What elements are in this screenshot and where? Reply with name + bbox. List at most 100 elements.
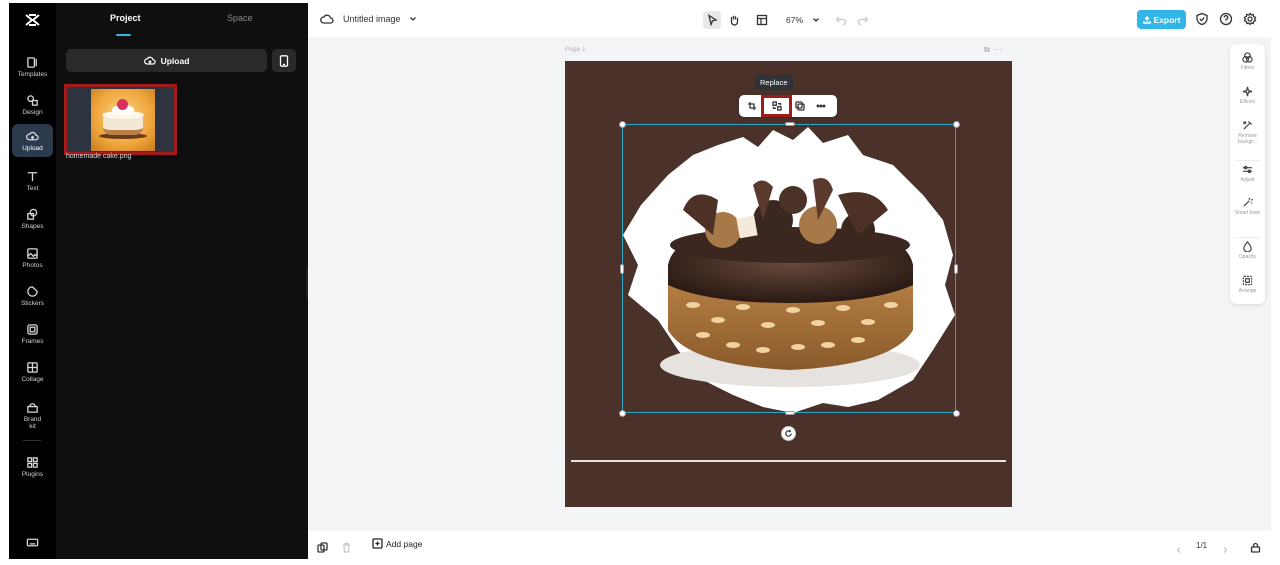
panel-tabs: Project Space	[56, 3, 308, 39]
artboard-page[interactable]: Replace	[565, 61, 1012, 507]
rail-plugins[interactable]: Plugins	[12, 450, 53, 484]
prop-filters[interactable]: Filters	[1230, 52, 1265, 82]
prop-smart-tools[interactable]: Smart tools	[1230, 197, 1265, 233]
selected-image[interactable]	[619, 121, 960, 417]
rail-shapes[interactable]: Shapes	[12, 202, 53, 236]
rail-label: Photos	[22, 262, 43, 269]
redo-icon	[857, 16, 869, 26]
resize-handle-bottom[interactable]	[785, 411, 795, 415]
rail-label: Plugins	[21, 471, 44, 478]
uploaded-file-thumbnail[interactable]	[64, 84, 177, 155]
rail-stickers[interactable]: Stickers	[12, 279, 53, 313]
phone-icon	[279, 54, 289, 67]
prop-opacity[interactable]: Opacity	[1230, 241, 1265, 271]
duplicate-button[interactable]	[792, 98, 808, 114]
more-icon	[816, 104, 826, 108]
prop-effects[interactable]: Effects	[1230, 86, 1265, 116]
rail-templates[interactable]: Templates	[12, 50, 53, 84]
crop-button[interactable]	[744, 98, 760, 114]
layout-dropdown[interactable]	[750, 11, 774, 29]
collage-icon	[27, 362, 38, 373]
undo-button[interactable]	[835, 13, 847, 26]
chevron-right-icon	[1223, 547, 1228, 553]
prev-page-button[interactable]	[1175, 541, 1183, 553]
hand-icon	[730, 15, 739, 26]
arrange-icon	[1242, 275, 1253, 286]
layers-icon	[317, 542, 328, 553]
tab-project[interactable]: Project	[110, 13, 141, 23]
resize-handle-bottom-left[interactable]	[619, 410, 626, 417]
rail-text[interactable]: Text	[12, 164, 53, 198]
upload-button-label: Upload	[160, 55, 190, 66]
shield-check-icon	[1196, 12, 1208, 26]
resize-handle-top-left[interactable]	[619, 121, 626, 128]
prop-arrange[interactable]: Arrange	[1230, 275, 1265, 305]
text-icon	[27, 172, 38, 182]
select-tool-button[interactable]	[703, 11, 721, 29]
chevron-left-icon	[1176, 547, 1181, 553]
rail-upload[interactable]: Upload	[12, 124, 53, 157]
hand-tool-button[interactable]	[725, 11, 743, 29]
resize-handle-right[interactable]	[954, 264, 958, 274]
resize-handle-left[interactable]	[620, 264, 624, 274]
gear-icon	[1243, 12, 1257, 26]
replace-tooltip: Replace	[755, 75, 793, 93]
prop-label: Smart tools	[1234, 210, 1261, 216]
rail-frames[interactable]: Frames	[12, 317, 53, 351]
resize-handle-top-right[interactable]	[953, 121, 960, 128]
filters-icon	[1242, 52, 1253, 63]
document-title[interactable]: Untitled image	[343, 14, 401, 24]
undo-icon	[835, 16, 847, 26]
plugins-icon	[27, 457, 38, 468]
lock-button[interactable]	[1250, 540, 1261, 553]
page-more-icon[interactable]: ···	[994, 45, 1002, 54]
design-icon	[27, 95, 38, 106]
frames-icon	[27, 324, 38, 335]
app-window: Templates Design Upload Text Shapes Phot…	[9, 3, 1271, 559]
upload-button[interactable]: Upload	[66, 49, 267, 72]
duplicate-page-icon[interactable]: ⧉	[984, 45, 990, 54]
canvas-workspace[interactable]: Page 1 ⧉ ··· Replace Filters Effects Rem…	[308, 37, 1271, 531]
tab-indicator	[116, 34, 131, 36]
rail-photos[interactable]: Photos	[12, 241, 53, 275]
cloud-sync-icon[interactable]	[320, 13, 334, 25]
layout-icon	[756, 14, 768, 26]
pages-overview-button[interactable]	[317, 540, 328, 553]
settings-button[interactable]	[1243, 12, 1257, 26]
shield-button[interactable]	[1195, 12, 1209, 26]
zoom-chevron-icon[interactable]	[812, 16, 820, 24]
trash-icon	[343, 542, 350, 553]
add-page-icon	[372, 538, 383, 549]
redo-button[interactable]	[857, 13, 869, 26]
templates-icon	[27, 57, 37, 68]
resize-handle-bottom-right[interactable]	[953, 410, 960, 417]
help-button[interactable]	[1219, 12, 1233, 26]
chevron-down-icon[interactable]	[409, 15, 417, 23]
rail-design[interactable]: Design	[12, 88, 53, 122]
export-button[interactable]: Export	[1137, 10, 1186, 29]
replace-button[interactable]	[761, 95, 792, 117]
add-page-button[interactable]: Add page	[372, 538, 422, 549]
shapes-icon	[27, 208, 38, 220]
top-bar: Untitled image 67% Export	[308, 3, 1271, 37]
tab-space[interactable]: Space	[227, 13, 253, 23]
rail-keyboard[interactable]	[12, 531, 53, 553]
phone-upload-button[interactable]	[272, 49, 296, 72]
more-options-button[interactable]	[813, 98, 829, 114]
cursor-icon	[708, 14, 718, 26]
capcut-logo-icon[interactable]	[24, 12, 41, 29]
rail-collage[interactable]: Collage	[12, 355, 53, 389]
page-options[interactable]: ⧉ ···	[984, 45, 1002, 55]
duplicate-icon	[795, 101, 805, 111]
resize-handle-top[interactable]	[785, 122, 795, 126]
prop-adjust[interactable]: Adjust	[1230, 164, 1265, 194]
rotate-handle[interactable]	[781, 426, 796, 441]
next-page-button[interactable]	[1221, 541, 1229, 553]
rail-label: Templates	[17, 71, 48, 78]
divider-line-element[interactable]	[571, 460, 1006, 462]
bottom-bar: Add page 1/1	[308, 531, 1271, 559]
prop-remove-background[interactable]: Remove backgr...	[1230, 120, 1265, 156]
delete-page-button[interactable]	[341, 540, 352, 553]
rail-brand-kit[interactable]: Brand kit	[12, 395, 53, 435]
zoom-level[interactable]: 67%	[786, 15, 803, 25]
